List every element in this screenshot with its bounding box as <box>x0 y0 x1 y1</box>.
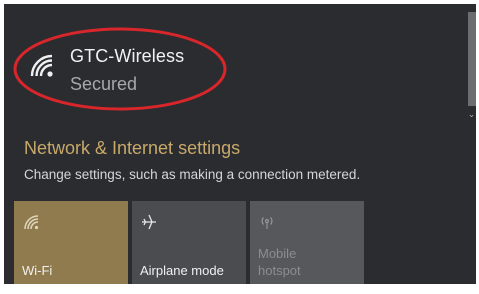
mobile-hotspot-tile[interactable]: Mobile hotspot <box>250 201 364 284</box>
mobile-hotspot-label-line1: Mobile <box>258 246 297 261</box>
mobile-hotspot-label-line2: hotspot <box>258 263 301 278</box>
scrollbar[interactable]: ⌄ <box>464 12 476 122</box>
wifi-toggle-tile[interactable]: Wi-Fi <box>14 201 128 284</box>
scroll-down-arrow-icon[interactable]: ⌄ <box>467 108 476 120</box>
hotspot-icon <box>261 217 273 229</box>
airplane-icon <box>142 214 156 230</box>
wifi-icon <box>24 215 39 230</box>
network-settings-link[interactable]: Network & Internet settings <box>24 138 240 159</box>
network-status: Secured <box>70 74 138 94</box>
network-name: GTC-Wireless <box>70 46 185 66</box>
wifi-tile-label: Wi-Fi <box>22 263 53 278</box>
scrollbar-thumb[interactable] <box>468 12 476 106</box>
network-flyout: GTC-Wireless Secured ⌄ Network & Interne… <box>4 4 476 284</box>
mobile-hotspot-label: Mobile hotspot <box>258 245 301 279</box>
wifi-signal-icon <box>30 54 53 77</box>
airplane-mode-tile[interactable]: Airplane mode <box>132 201 246 284</box>
network-settings-description: Change settings, such as making a connec… <box>24 167 361 182</box>
airplane-mode-label: Airplane mode <box>140 263 224 278</box>
